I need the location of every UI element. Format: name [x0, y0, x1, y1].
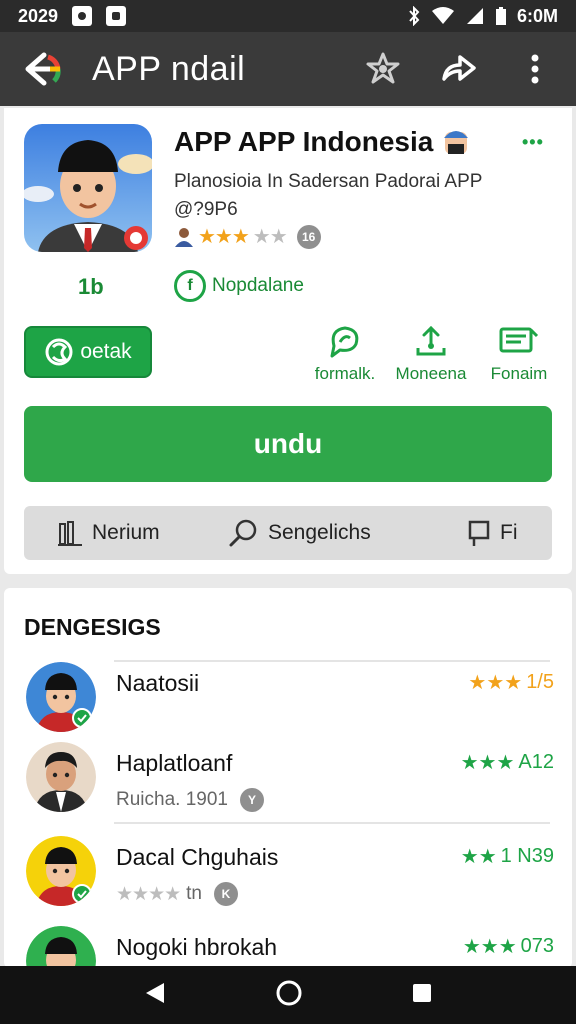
user-icon	[175, 227, 193, 247]
nav-recents-button[interactable]	[412, 983, 432, 1008]
action-fonaim-label: Fonaim	[490, 364, 548, 383]
nav-home-button[interactable]	[275, 979, 303, 1012]
rating-count-badge: 16	[296, 224, 321, 249]
details-button-label: oetak	[80, 340, 132, 363]
list-item-name: Nogoki hbrokah	[116, 934, 278, 960]
tab-sengelichs[interactable]: Sengelichs	[228, 518, 371, 548]
back-button[interactable]	[18, 45, 66, 93]
document-icon	[499, 327, 539, 353]
flag-icon	[468, 520, 490, 546]
action-moneena[interactable]: Moneena	[386, 322, 476, 384]
tab-nerium[interactable]: Nerium	[58, 520, 160, 546]
list-item[interactable]: Naatosii ★★★ 1/5	[24, 662, 554, 742]
list-item-meta: Ruicha. 1901 Y	[116, 788, 264, 812]
rating-stars-filled: ★★★	[198, 226, 250, 248]
tab-fi-label: Fi	[500, 521, 518, 544]
list-item-meta: ★★★★ tn K	[116, 882, 238, 906]
divider	[114, 822, 550, 824]
action-moneena-label: Moneena	[395, 364, 467, 383]
app-stat: 1b	[78, 274, 104, 299]
share-icon	[442, 55, 476, 81]
wifi-icon	[431, 7, 454, 24]
app-rating: ★★★ ★★ 16	[174, 224, 321, 249]
score-stars: ★★★	[462, 936, 517, 958]
avatar	[26, 926, 96, 968]
developer-avatar-icon	[442, 126, 470, 158]
score-stars: ★★★	[460, 752, 515, 774]
share-button[interactable]	[436, 46, 482, 92]
tab-fi[interactable]: Fi	[468, 519, 518, 547]
rating-stars-empty: ★★	[252, 226, 288, 248]
list-item-name: Haplatloanf	[116, 750, 233, 776]
list-item[interactable]: Haplatloanf Ruicha. 1901 Y ★★★ A12	[24, 742, 554, 822]
star-badge-icon	[366, 52, 400, 84]
upload-icon	[416, 325, 446, 356]
action-fonaim[interactable]: Fonaim	[474, 322, 564, 384]
nav-back-button[interactable]	[144, 981, 166, 1010]
system-nav-bar	[0, 966, 576, 1024]
developer-name: Nopdalane	[212, 275, 304, 296]
meta-stars: ★★★★	[116, 883, 181, 905]
app-subtitle: Planosioia In Sadersan Padorai APP @?9P6	[174, 171, 483, 220]
battery-icon	[495, 7, 506, 25]
list-item[interactable]: Nogoki hbrokah ★★★ 073	[24, 926, 554, 968]
score-stars: ★★	[460, 846, 497, 868]
section-title: DENGESIGS	[24, 614, 161, 640]
list-item-meta-text: Ruicha. 1901	[116, 789, 228, 810]
score-value: 1 N39	[500, 845, 554, 867]
avatar	[26, 742, 96, 812]
app-details-card: APP APP Indonesia ••• Planosioia In Sade…	[4, 108, 572, 574]
more-vert-icon	[531, 54, 539, 84]
back-triangle-icon	[146, 982, 165, 1003]
appbar-title: APP ndail	[92, 49, 246, 88]
camera-notification-icon	[106, 6, 127, 26]
developer-link[interactable]: f Nopdalane	[174, 270, 304, 302]
signal-icon	[466, 8, 483, 24]
score-value: 073	[520, 935, 554, 957]
install-button[interactable]: undu	[24, 406, 552, 482]
developer-logo-icon: f	[174, 270, 206, 302]
status-bar: 2029 6:0M	[0, 0, 576, 32]
overflow-menu-button[interactable]	[512, 46, 558, 92]
install-button-label: undu	[253, 428, 323, 459]
more-options-icon[interactable]: •••	[522, 132, 544, 153]
list-item-meta-badge: Y	[239, 788, 264, 812]
tab-nerium-label: Nerium	[92, 521, 160, 544]
status-time-right: 6:0M	[516, 5, 558, 26]
avatar	[26, 662, 96, 732]
list-item-score: ★★★ A12	[461, 750, 554, 775]
recents-square-icon	[412, 983, 431, 1002]
score-stars: ★★★	[468, 672, 523, 694]
tab-sengelichs-label: Sengelichs	[268, 521, 371, 544]
action-format[interactable]: formalk.	[300, 322, 390, 384]
search-icon	[229, 519, 257, 547]
avatar	[26, 836, 96, 906]
bluetooth-icon	[409, 6, 420, 26]
details-button[interactable]: oetak	[24, 326, 152, 378]
status-time-left: 2029	[18, 5, 59, 26]
list-item-score: ★★★ 073	[463, 934, 554, 959]
list-item-name: Naatosii	[116, 670, 200, 696]
app-bar: APP ndail	[0, 32, 576, 106]
list-item-meta-badge: K	[214, 882, 238, 906]
list-item-score: ★★★ 1/5	[468, 670, 554, 695]
app-title: APP APP Indonesia	[174, 126, 434, 157]
bar-chart-icon	[58, 521, 82, 546]
wishlist-button[interactable]	[360, 46, 406, 92]
score-value: 1/5	[526, 671, 554, 693]
details-icon	[45, 338, 73, 366]
app-icon	[24, 124, 152, 252]
chat-bubble-icon	[330, 326, 359, 358]
developers-list-card: DENGESIGS Naatosii ★★★ 1/5 Haplatloanf R…	[4, 588, 572, 968]
list-item-name: Dacal Chguhais	[116, 844, 279, 870]
back-arrow-icon	[25, 52, 61, 86]
score-value: A12	[518, 751, 554, 773]
list-item[interactable]: Dacal Chguhais ★★★★ tn K ★★ 1 N39	[24, 836, 554, 916]
action-format-label: formalk.	[314, 364, 376, 383]
list-item-meta-text: tn	[186, 883, 202, 904]
notification-icon	[72, 6, 93, 26]
home-circle-icon	[276, 980, 302, 1005]
info-tab-row: Nerium Sengelichs Fi	[24, 506, 552, 560]
list-item-score: ★★ 1 N39	[461, 844, 554, 869]
